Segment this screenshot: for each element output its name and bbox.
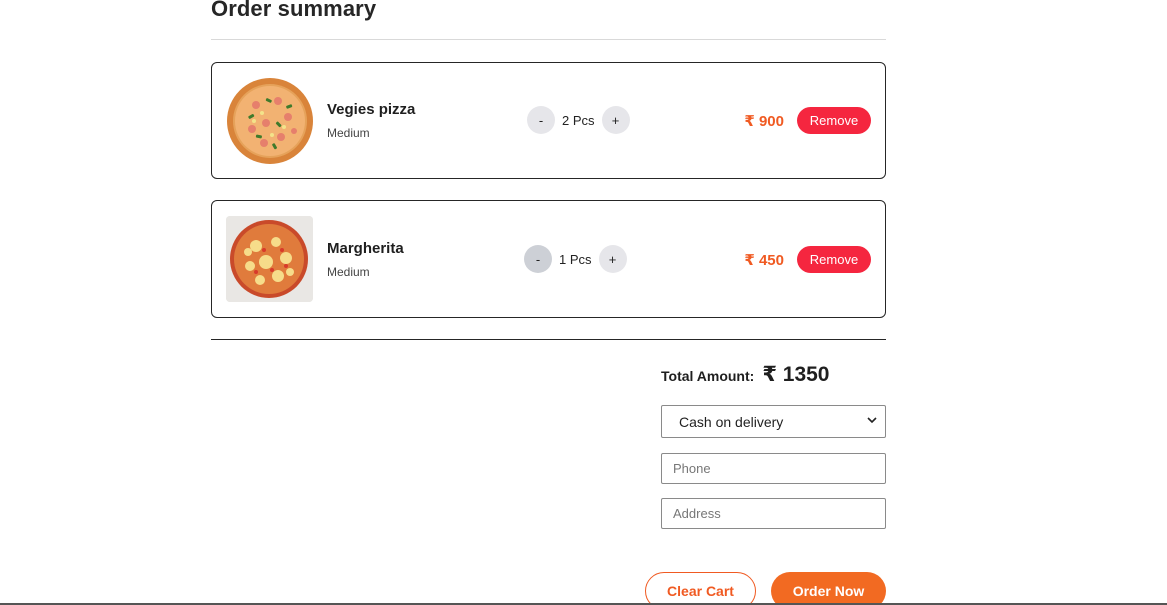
total-amount: Total Amount: ₹ 1350 bbox=[661, 362, 829, 387]
increment-button[interactable]: + bbox=[601, 106, 630, 134]
chevron-down-icon bbox=[867, 416, 877, 427]
quantity-stepper: - 1 Pcs + bbox=[524, 245, 627, 273]
total-label: Total Amount: bbox=[661, 368, 755, 384]
cart-item-vegies-pizza: Vegies pizza Medium - 2 Pcs + ₹ 900 Remo… bbox=[211, 62, 886, 179]
item-size: Medium bbox=[327, 126, 370, 140]
increment-button[interactable]: + bbox=[598, 245, 627, 273]
order-now-button[interactable]: Order Now bbox=[771, 572, 886, 605]
address-placeholder: Address bbox=[673, 506, 721, 521]
remove-button[interactable]: Remove bbox=[797, 107, 871, 134]
item-price: ₹ 450 bbox=[744, 252, 784, 269]
phone-placeholder: Phone bbox=[673, 461, 711, 476]
clear-cart-button[interactable]: Clear Cart bbox=[645, 572, 756, 605]
quantity-label: 2 Pcs bbox=[562, 112, 595, 128]
item-price: ₹ 900 bbox=[744, 113, 784, 130]
decrement-button[interactable]: - bbox=[527, 106, 555, 134]
item-size: Medium bbox=[327, 265, 370, 279]
payment-method-select[interactable]: Cash on delivery bbox=[661, 405, 886, 438]
title-divider bbox=[211, 39, 886, 40]
order-summary-page: Order summary Vegies pizza Medium - 2 Pc… bbox=[0, 0, 1167, 605]
margherita-pizza-image bbox=[226, 216, 313, 302]
items-divider bbox=[211, 339, 886, 340]
cart-item-margherita: Margherita Medium - 1 Pcs + ₹ 450 Remove bbox=[211, 200, 886, 318]
item-name: Vegies pizza bbox=[327, 101, 416, 118]
address-input[interactable]: Address bbox=[661, 498, 886, 529]
page-title: Order summary bbox=[211, 0, 377, 21]
veg-pizza-image bbox=[226, 77, 314, 165]
payment-method-value: Cash on delivery bbox=[679, 413, 784, 430]
quantity-stepper: - 2 Pcs + bbox=[527, 106, 630, 134]
phone-input[interactable]: Phone bbox=[661, 453, 886, 484]
quantity-label: 1 Pcs bbox=[559, 251, 592, 267]
decrement-button[interactable]: - bbox=[524, 245, 552, 273]
total-value: ₹ 1350 bbox=[762, 363, 830, 386]
remove-button[interactable]: Remove bbox=[797, 246, 871, 273]
item-name: Margherita bbox=[327, 240, 404, 257]
